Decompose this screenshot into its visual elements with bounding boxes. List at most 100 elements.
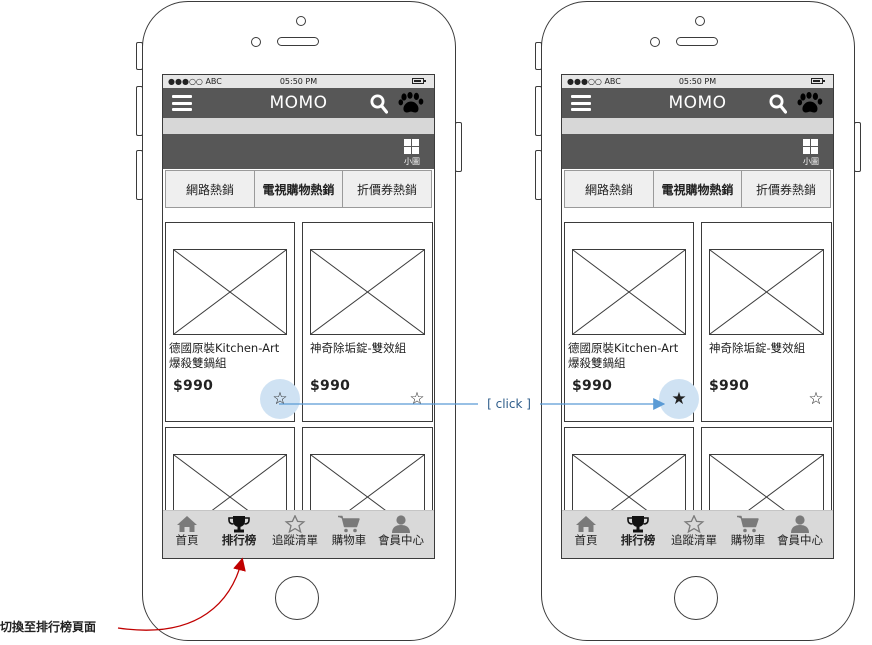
tab-online-bestsellers[interactable]: 網路熱銷 (165, 170, 255, 208)
tab-tv-shopping-bestsellers[interactable]: 電視購物熱銷 (254, 170, 343, 208)
product-card[interactable]: 神奇除垢錠-雙效組 $990 ☆ (701, 222, 832, 422)
product-image-placeholder (173, 249, 287, 335)
tabbar-cart-label: 購物車 (331, 533, 367, 547)
tabbar-ranking[interactable]: 排行榜 (614, 511, 662, 558)
click-annotation: [ click ] (478, 395, 540, 413)
proximity-sensor (650, 37, 660, 47)
user-icon (392, 515, 410, 533)
grid-view-button[interactable]: 小圖 (401, 138, 423, 166)
cart-icon (737, 515, 759, 533)
tab-coupon-bestsellers[interactable]: 折價券熱銷 (741, 170, 831, 208)
favorite-button[interactable]: ☆ (260, 379, 300, 419)
app-title: MOMO (269, 93, 328, 113)
volume-down-button (136, 150, 143, 200)
home-icon (177, 516, 197, 532)
tabbar-ranking-label: 排行榜 (221, 533, 257, 547)
tabbar-watchlist[interactable]: 追蹤清單 (267, 511, 323, 558)
tabbar-watchlist[interactable]: 追蹤清單 (666, 511, 722, 558)
sub-header-band (163, 118, 434, 134)
favorite-button-active[interactable]: ★ (659, 379, 699, 419)
bottom-tab-bar: 首頁 排行榜 追蹤清單 購物車 會員中心 (562, 510, 833, 558)
status-time: 05:50 PM (678, 77, 717, 86)
tabbar-ranking[interactable]: 排行榜 (215, 511, 263, 558)
volume-up-button (136, 86, 143, 136)
favorite-button[interactable]: ☆ (796, 379, 833, 419)
phone-frame-after: ●●●○○ ABC 05:50 PM MOMO 小圖 網路熱銷 電視購物熱銷 折… (535, 1, 861, 641)
tabbar-member-label: 會員中心 (378, 533, 424, 547)
product-image-placeholder (709, 249, 824, 335)
app-screen: ●●●○○ ABC 05:50 PM MOMO 小圖 網路熱銷 電視購物熱銷 折… (561, 74, 834, 559)
tabbar-member[interactable]: 會員中心 (373, 511, 429, 558)
sub-header-band (562, 118, 833, 134)
tab-coupon-bestsellers[interactable]: 折價券熱銷 (342, 170, 432, 208)
front-camera (695, 16, 705, 26)
app-screen: ●●●○○ ABC 05:50 PM MOMO 小圖 網路熱銷 電視購物熱銷 折… (162, 74, 435, 559)
grid-view-icon (404, 139, 411, 146)
star-outline-icon: ☆ (808, 389, 824, 409)
battery-icon (811, 78, 825, 84)
grid-view-icon (803, 139, 810, 146)
tabbar-member[interactable]: 會員中心 (772, 511, 828, 558)
home-button[interactable] (674, 576, 718, 620)
star-icon (683, 515, 705, 533)
grid-view-button[interactable]: 小圖 (800, 138, 822, 166)
tabbar-cart[interactable]: 購物車 (327, 511, 371, 558)
earpiece-speaker (277, 37, 319, 46)
mute-switch (535, 42, 542, 70)
tabbar-cart[interactable]: 購物車 (726, 511, 770, 558)
tabbar-watchlist-label: 追蹤清單 (671, 533, 717, 547)
paw-icon[interactable] (797, 92, 823, 114)
user-icon (791, 515, 809, 533)
mute-switch (136, 42, 143, 70)
view-toolbar: 小圖 (562, 134, 833, 169)
star-icon (284, 515, 306, 533)
tabbar-watchlist-label: 追蹤清單 (272, 533, 318, 547)
product-image-placeholder (310, 249, 425, 335)
product-card[interactable]: 神奇除垢錠-雙效組 $990 ☆ (302, 222, 433, 422)
app-title: MOMO (668, 93, 727, 113)
product-card[interactable]: 德國原裝Kitchen-Art 爆殺雙鍋組 $990 ★ (564, 222, 699, 422)
proximity-sensor (251, 37, 261, 47)
favorite-button[interactable]: ☆ (397, 379, 434, 419)
star-outline-icon: ☆ (272, 389, 288, 409)
star-outline-icon: ☆ (409, 389, 425, 409)
trophy-icon (627, 516, 649, 533)
status-bar: ●●●○○ ABC 05:50 PM (163, 75, 434, 88)
home-icon (576, 516, 596, 532)
paw-icon[interactable] (398, 92, 424, 114)
tabbar-home[interactable]: 首頁 (568, 511, 604, 558)
tabbar-ranking-label: 排行榜 (620, 533, 656, 547)
tabbar-home-label: 首頁 (175, 533, 199, 547)
front-camera (296, 16, 306, 26)
battery-icon (412, 78, 426, 84)
volume-down-button (535, 150, 542, 200)
tabbar-cart-label: 購物車 (730, 533, 766, 547)
product-card[interactable]: 德國原裝Kitchen-Art 爆殺雙鍋組 $990 ☆ (165, 222, 300, 422)
trophy-icon (228, 516, 250, 533)
product-name: 德國原裝Kitchen-Art 爆殺雙鍋組 (169, 341, 280, 370)
status-bar: ●●●○○ ABC 05:50 PM (562, 75, 833, 88)
search-icon[interactable] (370, 94, 388, 114)
grid-view-label: 小圖 (404, 157, 420, 166)
status-time: 05:50 PM (279, 77, 318, 86)
product-name: 德國原裝Kitchen-Art 爆殺雙鍋組 (568, 341, 679, 370)
tab-online-bestsellers[interactable]: 網路熱銷 (564, 170, 654, 208)
tab-tv-shopping-bestsellers[interactable]: 電視購物熱銷 (653, 170, 742, 208)
product-price: $990 (173, 378, 214, 394)
power-button (854, 122, 861, 172)
cart-icon (338, 515, 360, 533)
power-button (455, 122, 462, 172)
search-icon[interactable] (769, 94, 787, 114)
product-price: $990 (310, 378, 351, 394)
ranking-tabs: 網路熱銷 電視購物熱銷 折價券熱銷 (564, 170, 831, 208)
grid-view-label: 小圖 (803, 157, 819, 166)
ranking-tabs: 網路熱銷 電視購物熱銷 折價券熱銷 (165, 170, 432, 208)
app-header: MOMO (163, 88, 434, 118)
bottom-tab-bar: 首頁 排行榜 追蹤清單 購物車 會員中心 (163, 510, 434, 558)
volume-up-button (535, 86, 542, 136)
phone-frame-before: ●●●○○ ABC 05:50 PM MOMO 小圖 網路熱銷 電視購物熱銷 折… (136, 1, 462, 641)
tabbar-member-label: 會員中心 (777, 533, 823, 547)
home-button[interactable] (275, 576, 319, 620)
star-filled-icon: ★ (671, 389, 687, 409)
tabbar-home[interactable]: 首頁 (169, 511, 205, 558)
